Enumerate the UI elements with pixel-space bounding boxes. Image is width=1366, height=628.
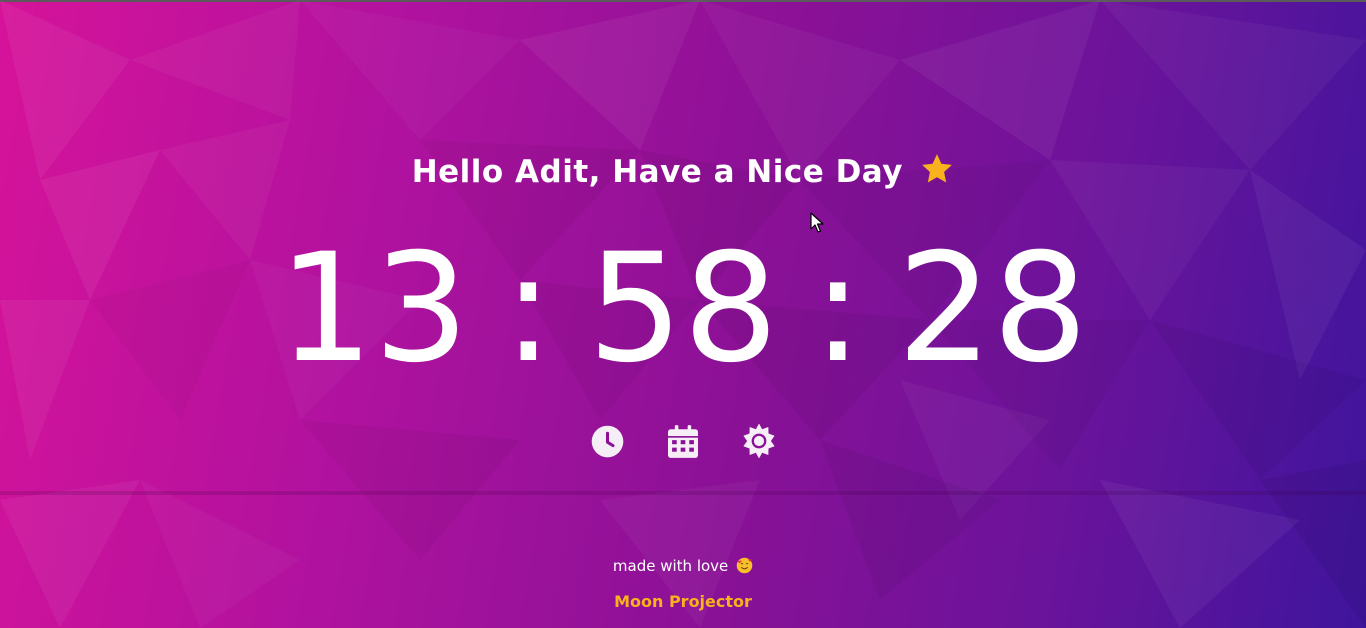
clock-icon (591, 425, 623, 457)
brand-link[interactable]: Moon Projector (0, 592, 1366, 611)
digital-clock: 13:58:28 (0, 224, 1366, 394)
made-with-love-text: made with love (0, 557, 1366, 575)
greeting-heading: Hello Adit, Have a Nice Day (0, 152, 1366, 190)
smiling-face-with-hearts-icon (736, 557, 753, 574)
section-divider (0, 491, 1366, 495)
sun-icon (743, 424, 775, 458)
clock-mode-button[interactable] (590, 424, 624, 458)
clock-minutes: 58 (587, 222, 779, 396)
calendar-icon (668, 424, 698, 458)
calendar-mode-button[interactable] (666, 424, 700, 458)
greeting-text: Hello Adit, Have a Nice Day (411, 154, 903, 190)
clock-seconds: 28 (896, 222, 1088, 396)
clock-separator: : (503, 222, 554, 396)
made-with-label: made with love (612, 557, 729, 575)
mouse-cursor-icon (810, 212, 824, 233)
theme-toggle-button[interactable] (742, 424, 776, 458)
clock-separator: : (812, 222, 863, 396)
clock-hours: 13 (278, 222, 470, 396)
star-icon (922, 154, 953, 183)
mode-controls (0, 424, 1366, 458)
